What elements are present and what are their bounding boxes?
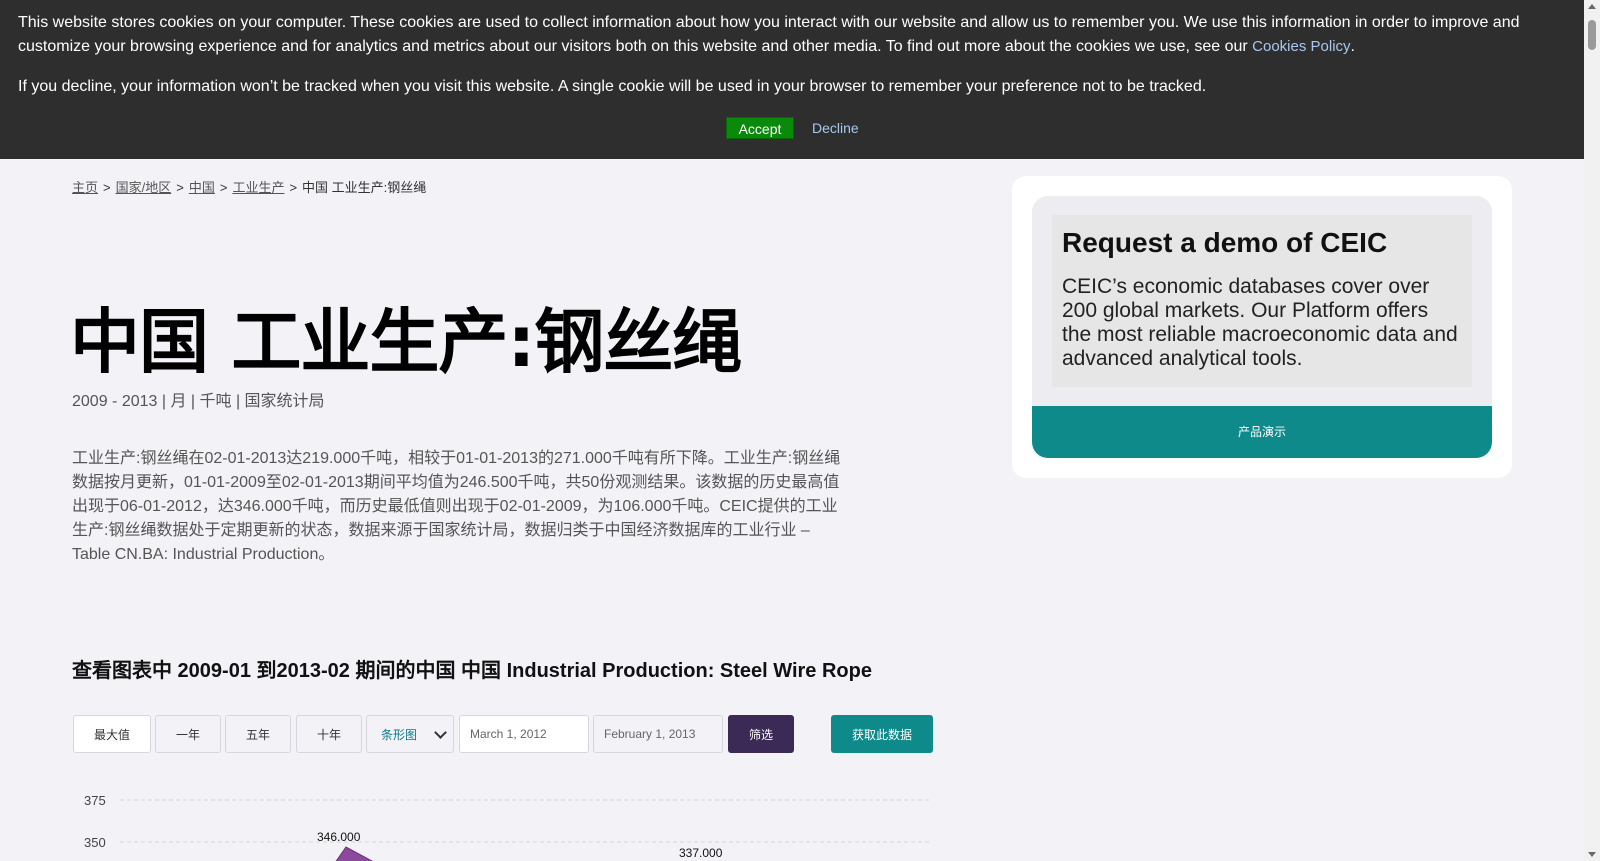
chart-area: 375 350 346.000 337.000	[72, 780, 942, 861]
demo-card-inner: Request a demo of CEIC CEIC’s economic d…	[1032, 196, 1492, 458]
range-max-button[interactable]: 最大值	[73, 715, 151, 753]
y-tick-375: 375	[84, 793, 106, 808]
demo-card: Request a demo of CEIC CEIC’s economic d…	[1012, 176, 1512, 478]
product-demo-button[interactable]: 产品演示	[1032, 406, 1492, 458]
breadcrumb-industrial-production[interactable]: 工业生产	[232, 180, 284, 195]
range-1y-button[interactable]: 一年	[155, 715, 221, 753]
scrollbar[interactable]	[1584, 0, 1600, 861]
breadcrumb-separator: >	[219, 180, 228, 195]
decline-button[interactable]: Decline	[812, 117, 859, 139]
breadcrumb-home[interactable]: 主页	[72, 180, 98, 195]
chart-heading: 查看图表中 2009-01 到2013-02 期间的中国 中国 Industri…	[72, 660, 872, 682]
demo-card-text: Request a demo of CEIC CEIC’s economic d…	[1052, 215, 1472, 387]
cookie-banner: This website stores cookies on your comp…	[0, 0, 1584, 159]
scroll-up-icon[interactable]	[1588, 4, 1596, 9]
y-tick-350: 350	[84, 835, 106, 850]
breadcrumb-separator: >	[289, 180, 298, 195]
chart-type-value: 条形图	[381, 727, 418, 742]
breadcrumb: 主页 > 国家/地区 > 中国 > 工业生产 > 中国 工业生产:钢丝绳	[72, 177, 426, 196]
data-label-second: 337.000	[679, 846, 723, 860]
cookie-text: This website stores cookies on your comp…	[18, 11, 1558, 59]
page-description: 工业生产:钢丝绳在02-01-2013达219.000千吨，相较于01-01-2…	[72, 450, 841, 563]
chart-type-select[interactable]: 条形图	[366, 715, 454, 753]
page-title: 中国 工业生产:钢丝绳	[70, 301, 742, 383]
chart-svg: 375 350 346.000 337.000	[84, 793, 932, 861]
breadcrumb-countries[interactable]: 国家/地区	[116, 180, 172, 195]
breadcrumb-china[interactable]: 中国	[189, 180, 215, 195]
demo-heading: Request a demo of CEIC	[1062, 227, 1388, 258]
breadcrumb-separator: >	[176, 180, 184, 195]
range-5y-button[interactable]: 五年	[225, 715, 291, 753]
breadcrumb-separator: >	[103, 180, 111, 195]
get-data-button[interactable]: 获取此数据	[831, 715, 933, 753]
filter-button[interactable]: 筛选	[728, 715, 794, 753]
accept-button[interactable]: Accept	[726, 117, 794, 139]
range-10y-button[interactable]: 十年	[296, 715, 362, 753]
date-from-input[interactable]: March 1, 2012	[459, 715, 589, 753]
chevron-down-icon	[434, 725, 447, 739]
page-meta: 2009 - 2013 | 月 | 千吨 | 国家统计局	[72, 393, 325, 410]
cookie-decline-text: If you decline, your information won’t b…	[18, 78, 1207, 95]
scroll-down-icon[interactable]	[1588, 852, 1596, 857]
data-label-peak: 346.000	[317, 830, 361, 844]
cookies-policy-link[interactable]: Cookies Policy	[1252, 38, 1350, 55]
cookie-text-end: .	[1350, 38, 1355, 55]
series-area	[335, 846, 373, 861]
scrollbar-thumb[interactable]	[1588, 20, 1596, 50]
date-to-input[interactable]: February 1, 2013	[593, 715, 723, 753]
breadcrumb-current: 中国 工业生产:钢丝绳	[302, 180, 427, 195]
demo-body: CEIC’s economic databases cover over 200…	[1062, 275, 1458, 370]
